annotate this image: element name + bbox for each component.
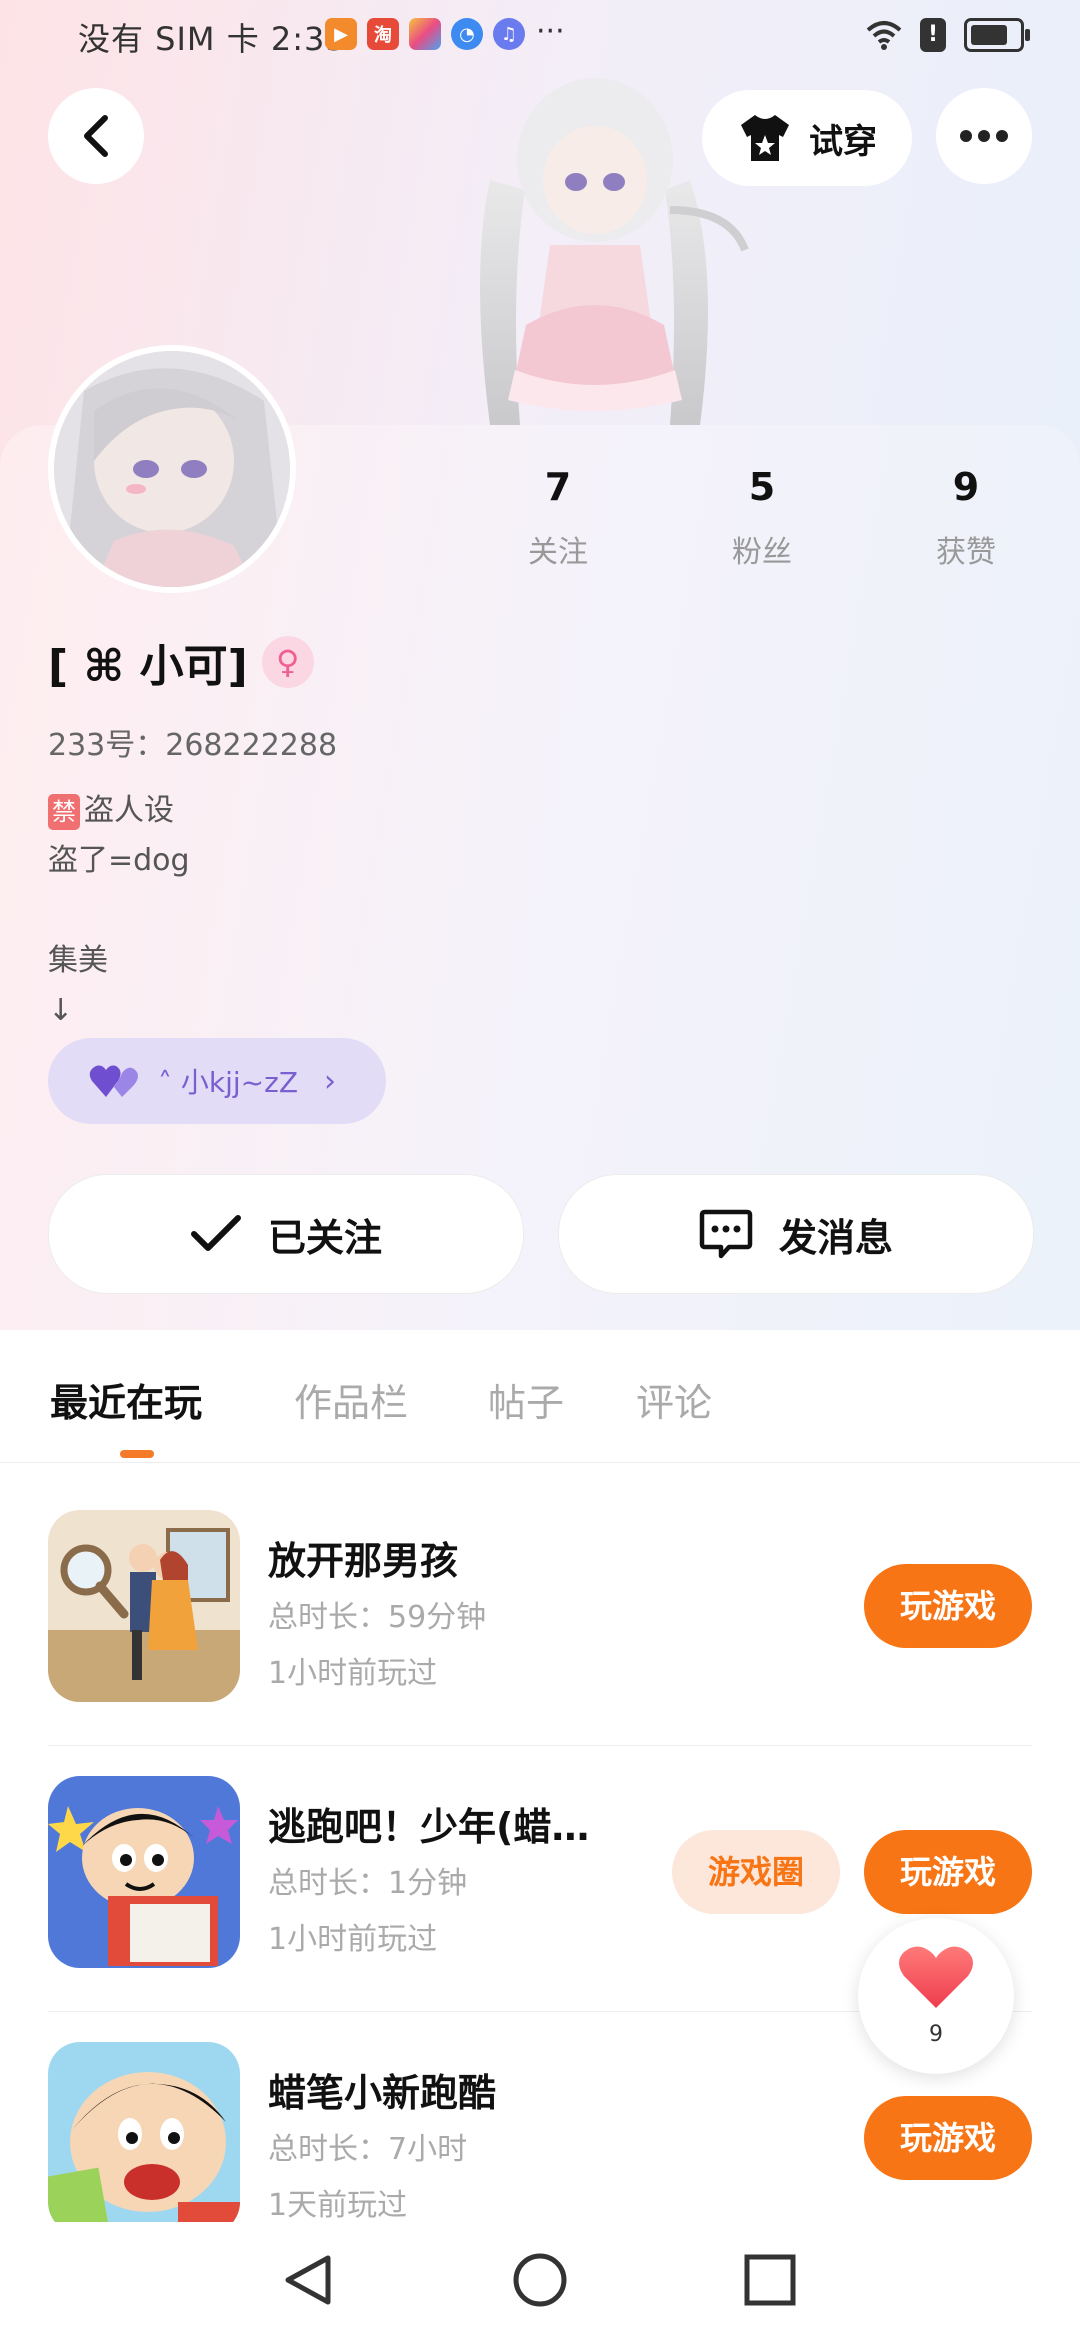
chevron-left-icon: [84, 115, 108, 157]
game-last-played: 1小时前玩过: [268, 1656, 438, 1691]
likes-count: 9: [952, 465, 980, 509]
nickname-row: [ ⌘ 小可] ♀: [48, 630, 314, 694]
play-game-button[interactable]: 玩游戏: [864, 1830, 1032, 1914]
back-triangle-icon[interactable]: [280, 2252, 336, 2308]
game-duration: 总时长：1分钟: [268, 1866, 468, 1901]
game-icon-let-go-boy[interactable]: [48, 1510, 240, 1702]
like-count: 9: [929, 2022, 943, 2047]
navigation-bar: [0, 2222, 1080, 2340]
game-icon-run-boy[interactable]: [48, 1776, 240, 1968]
battery-icon: [964, 18, 1030, 52]
followers-count: 5: [748, 465, 776, 509]
nickname: [ ⌘ 小可]: [48, 641, 248, 692]
female-gender-icon: ♀: [261, 636, 314, 688]
notification-icons: ▶ 淘 ◔ ♫: [325, 18, 525, 50]
more-dots-icon: [957, 127, 1011, 146]
try-on-button[interactable]: 试穿: [702, 90, 912, 186]
game-title: 放开那男孩: [268, 1539, 459, 1583]
tab-comments[interactable]: 评论: [636, 1372, 712, 1427]
active-tab-indicator: [120, 1450, 154, 1458]
game-circle-button[interactable]: 游戏圈: [672, 1830, 840, 1914]
status-carrier-time: 没有 SIM 卡 2:33: [78, 20, 347, 58]
game-title: 蜡笔小新跑酷: [268, 2071, 497, 2115]
taobao-icon: 淘: [367, 18, 399, 50]
game-title: 逃跑吧！少年(蜡…: [268, 1805, 590, 1849]
ban-tag: 禁: [48, 794, 80, 830]
home-circle-icon[interactable]: [512, 2252, 568, 2308]
music-icon: ♫: [493, 18, 525, 50]
character-3d-figure: [480, 78, 749, 425]
game-last-played: 1天前玩过: [268, 2188, 408, 2223]
store-app-icon: [409, 18, 441, 50]
avatar-image: [54, 351, 290, 587]
stat-following[interactable]: 7 关注: [478, 465, 638, 571]
bio-line: 集美: [48, 943, 108, 978]
play-game-button[interactable]: 玩游戏: [864, 2096, 1032, 2180]
recents-square-icon[interactable]: [742, 2252, 798, 2308]
bio-line: [48, 886, 190, 936]
try-on-label: 试穿: [809, 121, 877, 162]
profile-tabs: 最近在玩 作品栏 帖子 评论: [0, 1330, 1080, 1463]
following-label: 关注: [528, 535, 588, 570]
stat-followers[interactable]: 5 粉丝: [682, 465, 842, 571]
bio-line: 盗了=dog: [48, 843, 190, 878]
bio: 禁盗人设 盗了=dog 集美 ↓: [48, 786, 190, 1036]
game-icon-crayon-shin-chan[interactable]: [48, 2042, 240, 2234]
tshirt-icon: [741, 115, 789, 161]
back-button[interactable]: [48, 88, 144, 184]
followers-label: 粉丝: [732, 535, 792, 570]
like-float-button[interactable]: 9: [858, 1918, 1014, 2074]
send-message-button[interactable]: 发消息: [558, 1174, 1034, 1294]
followed-button[interactable]: 已关注: [48, 1174, 524, 1294]
bio-line: 盗人设: [84, 793, 174, 828]
likes-label: 获赞: [936, 535, 996, 570]
chevron-right-icon: ›: [324, 1063, 337, 1099]
stat-likes[interactable]: 9 获赞: [886, 465, 1046, 571]
tab-works[interactable]: 作品栏: [294, 1372, 408, 1427]
game-duration: 总时长：7小时: [268, 2132, 468, 2167]
game-last-played: 1小时前玩过: [268, 1922, 438, 1957]
followed-label: 已关注: [267, 1215, 382, 1260]
alert-icon: !: [920, 18, 946, 52]
double-heart-icon: [89, 1065, 138, 1097]
send-message-label: 发消息: [778, 1215, 893, 1260]
play-game-button[interactable]: 玩游戏: [864, 1564, 1032, 1648]
browser-icon: ◔: [451, 18, 483, 50]
cp-relation-pill[interactable]: ˄ 小kjj~zZ ›: [48, 1038, 386, 1124]
more-options-button[interactable]: [936, 88, 1032, 184]
tab-posts[interactable]: 帖子: [488, 1372, 564, 1427]
chat-bubble-icon: [699, 1209, 753, 1259]
video-app-icon: ▶: [325, 18, 357, 50]
game-list-item[interactable]: 放开那男孩 总时长：59分钟 1小时前玩过 玩游戏: [48, 1480, 1032, 1746]
game-duration: 总时长：59分钟: [268, 1600, 487, 1635]
status-bar: 没有 SIM 卡 2:33 ▶ 淘 ◔ ♫ ··· !: [0, 0, 1080, 70]
cp-name: ˄ 小kjj~zZ: [158, 1066, 299, 1099]
more-notifications-icon: ···: [536, 14, 565, 49]
checkmark-icon: [190, 1215, 241, 1251]
following-count: 7: [544, 465, 572, 509]
tab-recently-played[interactable]: 最近在玩: [50, 1372, 202, 1427]
wifi-icon: [866, 21, 902, 50]
bio-line: ↓: [48, 993, 74, 1028]
user-id: 233号：268222288: [48, 728, 338, 763]
heart-icon: [899, 1946, 973, 2008]
avatar[interactable]: [48, 345, 296, 593]
